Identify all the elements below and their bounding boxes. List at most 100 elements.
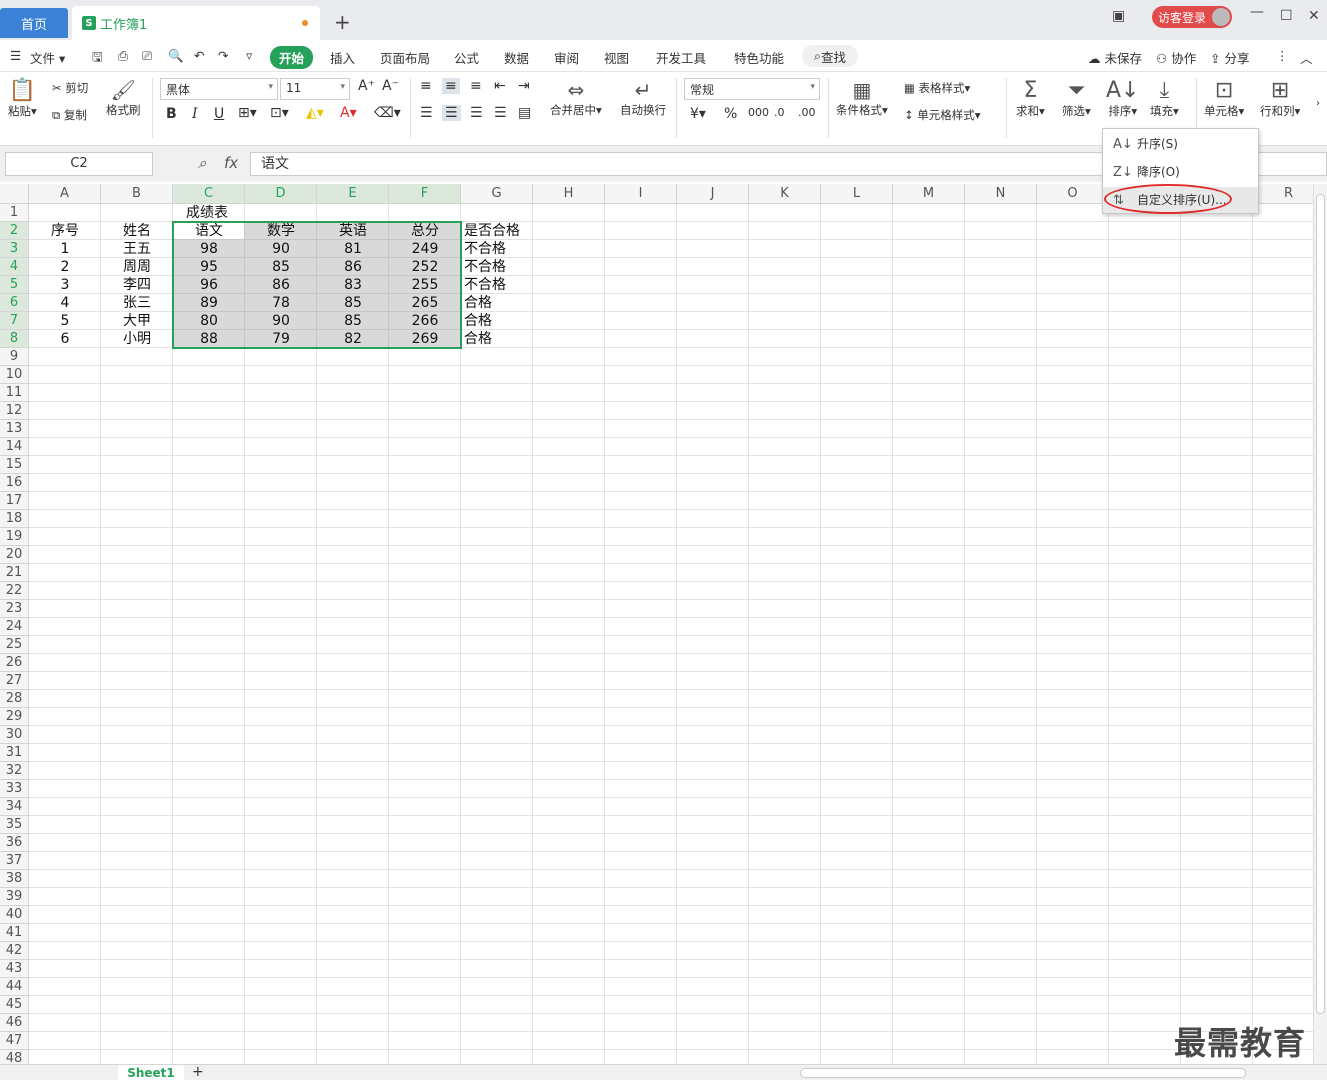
row-header[interactable]: 10 <box>0 366 29 384</box>
row-header[interactable]: 46 <box>0 1014 29 1032</box>
row-header[interactable]: 14 <box>0 438 29 456</box>
unsaved-status[interactable]: ☁ 未保存 <box>1088 48 1142 67</box>
data-cell[interactable]: 合格 <box>461 330 547 348</box>
sheet-tab-sheet1[interactable]: Sheet1 <box>118 1065 184 1081</box>
undo-icon[interactable]: ↶ <box>194 48 204 63</box>
align-middle-icon[interactable]: ≡ <box>442 78 460 94</box>
bold-icon[interactable]: B <box>166 106 177 122</box>
row-header[interactable]: 13 <box>0 420 29 438</box>
tab-insert[interactable]: 插入 <box>330 48 355 67</box>
font-name-select[interactable]: 黑体 <box>160 78 278 100</box>
tab-home[interactable]: 开始 <box>270 46 314 69</box>
column-header-h[interactable]: H <box>533 184 605 204</box>
data-cell[interactable]: 合格 <box>461 312 547 330</box>
align-left-icon[interactable]: ☰ <box>420 105 433 121</box>
data-cell[interactable]: 83 <box>317 276 389 294</box>
row-header[interactable]: 24 <box>0 618 29 636</box>
sort-descending-item[interactable]: Z↓ 降序(O) <box>1103 159 1258 185</box>
data-cell[interactable]: 255 <box>389 276 461 294</box>
row-header[interactable]: 4 <box>0 258 29 276</box>
tab-data[interactable]: 数据 <box>504 48 529 67</box>
more-icon[interactable]: ⋮ <box>1276 48 1289 63</box>
cell-style-button[interactable]: ↕ 单元格样式▾ <box>904 107 981 123</box>
row-header[interactable]: 15 <box>0 456 29 474</box>
data-cell[interactable]: 81 <box>317 240 389 258</box>
data-cell[interactable]: 98 <box>173 240 245 258</box>
align-right-icon[interactable]: ☰ <box>470 105 483 121</box>
data-cell[interactable]: 80 <box>173 312 245 330</box>
row-header[interactable]: 37 <box>0 852 29 870</box>
row-header[interactable]: 8 <box>0 330 29 348</box>
share-button[interactable]: ⇪ 分享 <box>1210 48 1249 67</box>
sort-ascending-item[interactable]: A↓ 升序(S) <box>1103 131 1258 157</box>
data-cell[interactable]: 合格 <box>461 294 547 312</box>
spreadsheet-grid[interactable]: ABCDEFGHIJKLMNOPQR1234567891011121314151… <box>0 184 1313 1064</box>
column-header-f[interactable]: F <box>389 184 461 204</box>
search-button[interactable]: ⌕ 查找 <box>802 45 858 67</box>
data-cell[interactable]: 252 <box>389 258 461 276</box>
row-header[interactable]: 2 <box>0 222 29 240</box>
row-header[interactable]: 19 <box>0 528 29 546</box>
increase-decimal-icon[interactable]: .0 <box>774 106 785 119</box>
header-cell[interactable]: 总分 <box>389 222 461 240</box>
align-bottom-icon[interactable]: ≡ <box>470 78 482 94</box>
table-style-button[interactable]: ▦ 表格样式▾ <box>904 80 970 96</box>
decrease-decimal-icon[interactable]: .00 <box>798 106 816 119</box>
sum-button[interactable]: Σ 求和▾ <box>1016 78 1045 119</box>
row-header[interactable]: 28 <box>0 690 29 708</box>
data-cell[interactable]: 96 <box>173 276 245 294</box>
row-header[interactable]: 6 <box>0 294 29 312</box>
row-header[interactable]: 9 <box>0 348 29 366</box>
header-cell[interactable]: 是否合格 <box>461 222 547 240</box>
row-header[interactable]: 16 <box>0 474 29 492</box>
close-icon[interactable]: ✕ <box>1308 8 1320 24</box>
data-cell[interactable]: 大甲 <box>101 312 173 330</box>
data-cell[interactable]: 266 <box>389 312 461 330</box>
row-header[interactable]: 42 <box>0 942 29 960</box>
hamburger-icon[interactable]: ☰ <box>10 48 21 63</box>
row-header[interactable]: 31 <box>0 744 29 762</box>
row-header[interactable]: 40 <box>0 906 29 924</box>
data-cell[interactable]: 3 <box>29 276 101 294</box>
data-cell[interactable]: 不合格 <box>461 240 547 258</box>
guest-login-button[interactable]: 访客登录 <box>1152 6 1232 28</box>
column-header-n[interactable]: N <box>965 184 1037 204</box>
row-header[interactable]: 17 <box>0 492 29 510</box>
row-header[interactable]: 45 <box>0 996 29 1014</box>
column-header-a[interactable]: A <box>29 184 101 204</box>
data-cell[interactable]: 不合格 <box>461 258 547 276</box>
row-header[interactable]: 41 <box>0 924 29 942</box>
data-cell[interactable]: 265 <box>389 294 461 312</box>
column-header-o[interactable]: O <box>1037 184 1109 204</box>
vertical-scrollbar[interactable] <box>1313 184 1327 1064</box>
font-color-icon[interactable]: A▾ <box>340 105 357 121</box>
font-size-select[interactable]: 11 <box>280 78 350 100</box>
row-header[interactable]: 5 <box>0 276 29 294</box>
merge-center-button[interactable]: ⇔ 合并居中▾ <box>550 78 602 118</box>
column-header-r[interactable]: R <box>1253 184 1313 204</box>
header-cell[interactable]: 语文 <box>173 222 245 240</box>
currency-icon[interactable]: ¥▾ <box>690 106 706 122</box>
row-header[interactable]: 43 <box>0 960 29 978</box>
quick-access-dropdown-icon[interactable]: ▿ <box>246 48 252 63</box>
preview-icon[interactable]: 🔍 <box>168 48 184 64</box>
wrap-text-button[interactable]: ↵ 自动换行 <box>620 78 666 118</box>
row-header[interactable]: 38 <box>0 870 29 888</box>
column-header-k[interactable]: K <box>749 184 821 204</box>
horizontal-scrollbar[interactable] <box>800 1068 1246 1078</box>
row-header[interactable]: 21 <box>0 564 29 582</box>
row-header[interactable]: 1 <box>0 204 29 222</box>
vertical-scroll-thumb[interactable] <box>1316 194 1325 1014</box>
data-cell[interactable]: 88 <box>173 330 245 348</box>
tab-review[interactable]: 审阅 <box>554 48 579 67</box>
underline-icon[interactable]: U <box>214 106 224 122</box>
tab-page-layout[interactable]: 页面布局 <box>380 48 430 67</box>
data-cell[interactable]: 5 <box>29 312 101 330</box>
data-cell[interactable]: 李四 <box>101 276 173 294</box>
data-cell[interactable]: 82 <box>317 330 389 348</box>
decrease-font-icon[interactable]: A⁻ <box>382 78 399 94</box>
column-header-c[interactable]: C <box>173 184 245 204</box>
data-cell[interactable]: 85 <box>317 312 389 330</box>
tab-features[interactable]: 特色功能 <box>734 48 784 67</box>
row-header[interactable]: 29 <box>0 708 29 726</box>
